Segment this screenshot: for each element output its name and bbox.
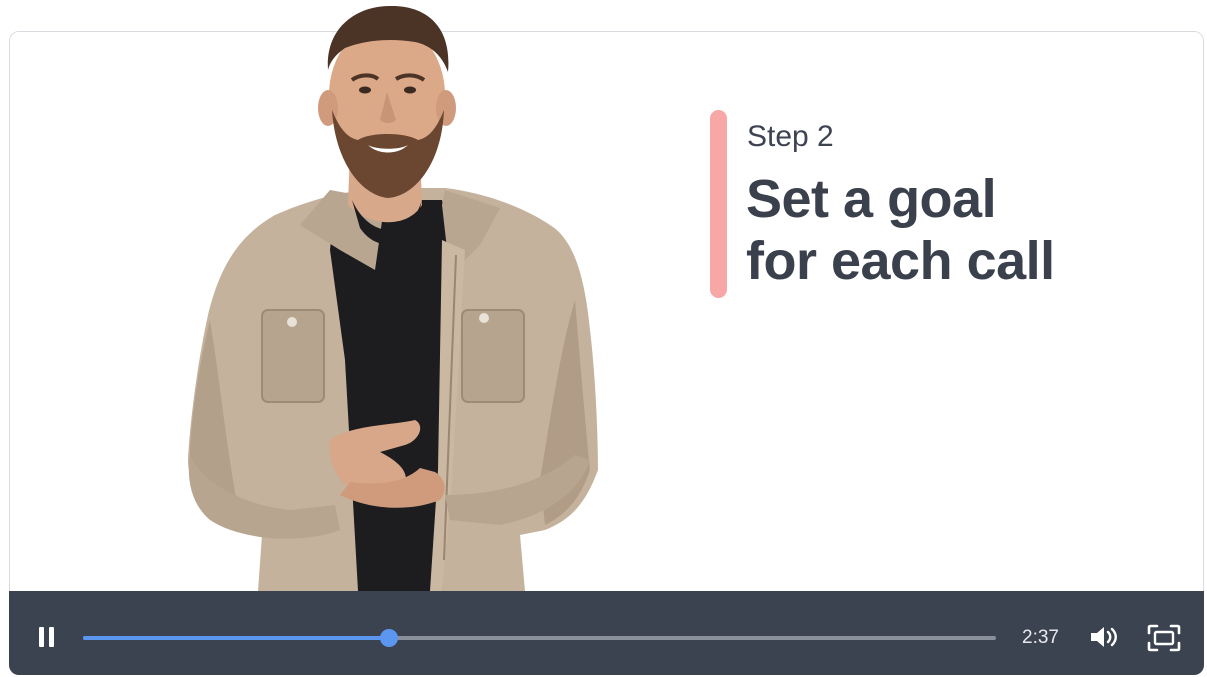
- accent-bar: [710, 110, 727, 298]
- slide-title-line-1: Set a goal: [746, 169, 997, 229]
- time-display: 2:37: [1022, 627, 1059, 648]
- pause-button[interactable]: [39, 627, 55, 647]
- presenter-image: [188, 5, 598, 591]
- fullscreen-icon: [1147, 624, 1181, 652]
- volume-button[interactable]: [1089, 625, 1119, 649]
- progress-bar[interactable]: [83, 629, 996, 647]
- fullscreen-button[interactable]: [1147, 624, 1181, 652]
- pause-icon: [39, 627, 44, 647]
- progress-scrubber[interactable]: [379, 629, 398, 647]
- progress-fill: [83, 636, 389, 640]
- step-label: Step 2: [747, 120, 834, 153]
- player-controls-bar: 2:37: [9, 591, 1204, 675]
- slide-title-line-2: for each call: [746, 231, 1055, 291]
- volume-icon: [1091, 627, 1117, 647]
- pause-icon-bar: [49, 627, 54, 647]
